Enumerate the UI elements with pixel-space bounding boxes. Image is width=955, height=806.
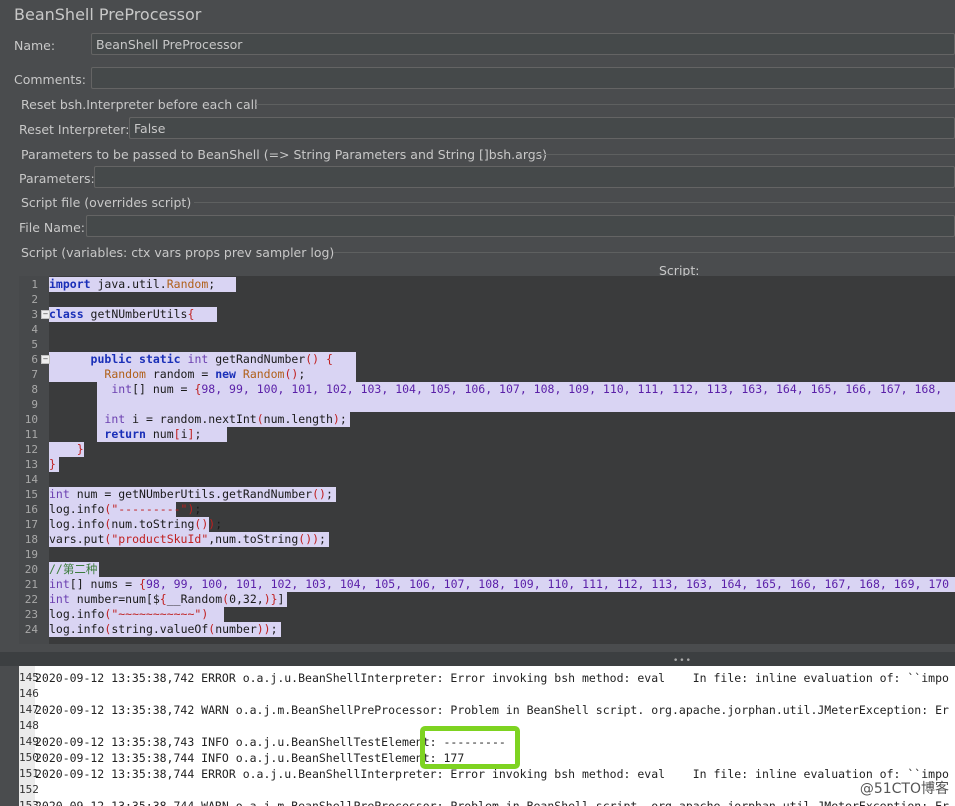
line-number: 16 [24,503,38,516]
reset-section-title: Reset bsh.Interpreter before each call [21,97,258,112]
file-name-label: File Name: [19,220,85,235]
code-line: return num[i]; [104,427,202,441]
line-number: 14 [24,473,38,486]
log-line: 2020-09-12 13:35:38,744 WARN o.a.j.m.Bea… [35,799,949,806]
line-number: 2 [31,293,38,306]
log-line: 2020-09-12 13:35:38,744 INFO o.a.j.u.Bea… [35,751,465,765]
code-line: int number=num[${__Random(0,32,)}] [49,592,285,606]
line-number: 3 [31,308,38,321]
code-line: log.info(string.valueOf(number)); [49,622,278,636]
code-line: } [76,442,84,456]
line-number: 7 [31,368,38,381]
file-name-field[interactable] [86,215,955,237]
selection [97,397,955,412]
log-line: 2020-09-12 13:35:38,742 ERROR o.a.j.u.Be… [35,671,949,685]
code-line: int num = getNUmberUtils.getRandNumber()… [49,487,333,501]
log-line-number: 148 [19,719,39,732]
line-number: 10 [24,413,38,426]
script-editor[interactable]: 1 2 3 4 5 6 7 8 9 10 11 12 13 14 15 16 1… [19,276,955,644]
reset-interpreter-select[interactable]: False [129,117,955,139]
line-number: 11 [24,428,38,441]
code-line: log.info(num.toString()); [49,517,223,531]
log-line-number: 147 [19,703,39,716]
line-number: 22 [24,593,38,606]
log-line-number: 153 [19,799,39,806]
code-line: int i = random.nextInt(num.length); [104,412,347,426]
section-divider [534,154,955,155]
line-number: 24 [24,623,38,636]
line-number: 23 [24,608,38,621]
drag-handle-icon[interactable]: ••• [673,656,692,666]
line-number: 13 [24,458,38,471]
log-line-number: 152 [19,783,39,796]
line-number: 8 [31,383,38,396]
section-divider [334,252,955,253]
log-line-number: 145 [19,671,39,684]
log-line-number: 151 [19,767,39,780]
line-number: 21 [24,578,38,591]
line-number: 4 [31,323,38,336]
parameters-field[interactable] [94,166,955,188]
name-field[interactable]: BeanShell PreProcessor [91,33,955,55]
code-line: log.info("~~~~~~~~~~~") [49,607,209,621]
code-line: vars.put("productSkuId",num.toString()); [49,532,326,546]
params-section-title: Parameters to be passed to BeanShell (=>… [21,147,548,162]
section-divider [256,104,955,105]
line-number: 5 [31,338,38,351]
line-number: 12 [24,443,38,456]
code-line: int[] num = {98, 99, 100, 101, 102, 103,… [111,382,943,396]
code-line: public static int getRandNumber() { [90,352,333,366]
highlight-box [420,726,520,769]
comments-field[interactable] [91,67,955,89]
parameters-label: Parameters: [19,171,95,186]
section-divider [194,202,955,203]
line-number: 17 [24,518,38,531]
file-section-title: Script file (overrides script) [21,195,192,210]
script-section-title: Script (variables: ctx vars props prev s… [21,245,335,260]
line-number: 6 [31,353,38,366]
name-label: Name: [14,38,56,53]
line-number: 15 [24,488,38,501]
reset-interpreter-label: Reset Interpreter: [19,122,130,137]
split-pane-divider[interactable]: ••• [0,652,955,666]
code-line: //第二种 [49,562,98,576]
code-line: } [49,457,56,471]
window-title: BeanShell PreProcessor [14,5,202,24]
log-line-number: 150 [19,751,39,764]
watermark: @51CTO博客 [859,781,949,797]
log-line-number: 146 [19,687,39,700]
code-line: log.info("---------"); [49,502,202,516]
code-line: class getNUmberUtils{ [49,307,195,321]
log-line-number: 149 [19,735,39,748]
code-line: Random random = new Random(); [104,367,306,381]
line-number: 18 [24,533,38,546]
line-number: 20 [24,563,38,576]
line-number: 19 [24,548,38,561]
log-line: 2020-09-12 13:35:38,742 WARN o.a.j.m.Bea… [35,703,949,717]
code-line: import java.util.Random; [49,277,216,291]
comments-label: Comments: [14,72,86,87]
line-number: 9 [31,398,38,411]
code-line: int[] nums = {98, 99, 100, 101, 102, 103… [49,577,950,591]
line-number: 1 [31,278,38,291]
